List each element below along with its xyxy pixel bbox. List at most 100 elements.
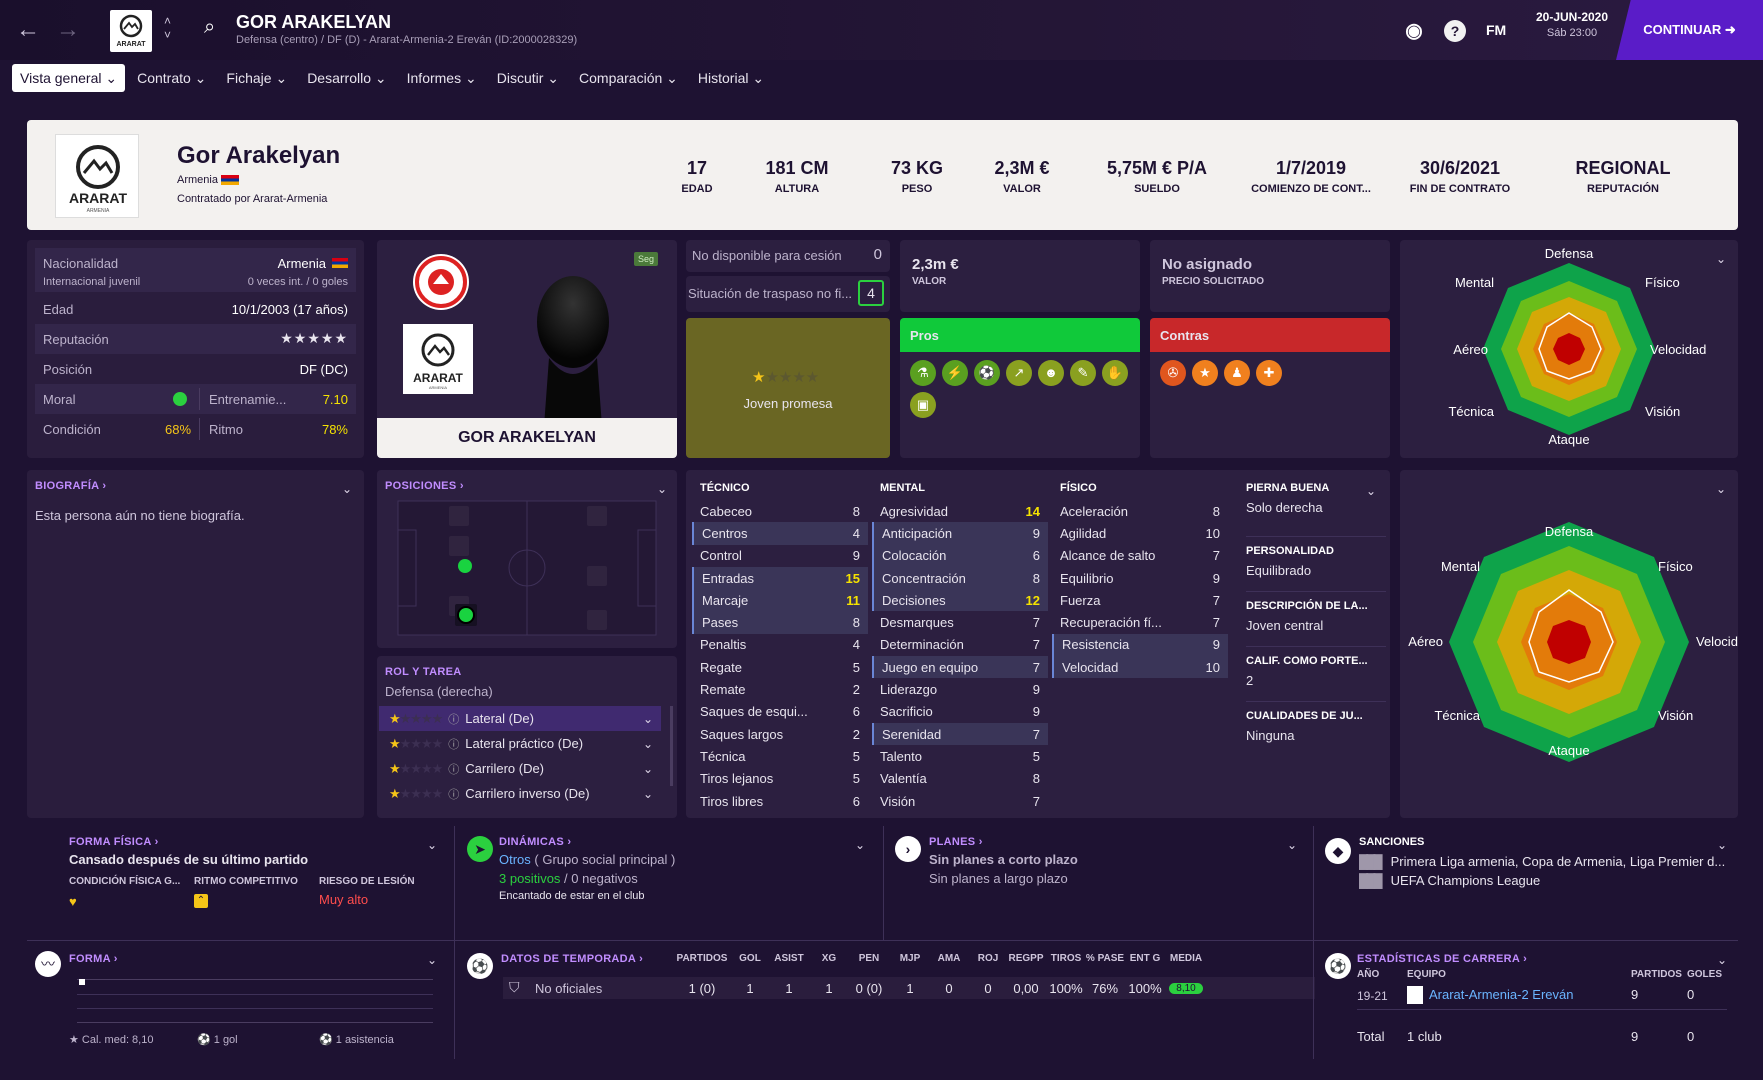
attribute-row[interactable]: Centros 4 — [692, 522, 868, 545]
help-icon[interactable]: ? — [1444, 20, 1466, 42]
attribute-row[interactable]: Valentía 8 — [872, 768, 1048, 790]
career-link[interactable]: ESTADÍSTICAS DE CARRERA › — [1357, 953, 1527, 965]
attribute-row[interactable]: Marcaje 11 — [692, 589, 868, 612]
role-item[interactable]: ★★★★★ ⓘ Carrilero (De) ⌄ — [379, 756, 661, 781]
attribute-row[interactable]: Tiros libres 6 — [692, 790, 868, 812]
attribute-value: 4 — [852, 637, 860, 653]
biography-link[interactable]: BIOGRAFÍA › — [35, 480, 106, 492]
flask-icon[interactable]: ⚗ — [910, 360, 936, 386]
career-team-link[interactable]: Ararat-Armenia-2 Ereván — [1429, 987, 1574, 1002]
foot-icon[interactable]: ♟ — [1224, 360, 1250, 386]
attribute-row[interactable]: Visión 7 — [872, 790, 1048, 812]
attribute-row[interactable]: Pases 8 — [692, 611, 868, 634]
attribute-row[interactable]: Decisiones 12 — [872, 589, 1048, 612]
chevron-down-icon[interactable]: ⌄ — [1717, 953, 1727, 967]
forward-arrow-icon[interactable]: → — [56, 16, 80, 44]
attribute-row[interactable]: Aceleración 8 — [1052, 500, 1228, 522]
chevron-down-icon[interactable]: ⌄ — [657, 482, 667, 496]
attribute-row[interactable]: Control 9 — [692, 545, 868, 567]
fitness-link[interactable]: FORMA FÍSICA › — [69, 836, 469, 848]
head-icon[interactable]: ☻ — [1038, 360, 1064, 386]
attribute-row[interactable]: Resistencia 9 — [1052, 633, 1228, 657]
role-item[interactable]: ★★★★★ ⓘ Carrilero inverso (De) ⌄ — [379, 781, 661, 806]
attribute-row[interactable]: Agresividad 14 — [872, 500, 1048, 522]
attribute-row[interactable]: Regate 5 — [692, 656, 868, 678]
chevron-down-icon[interactable]: ⌄ — [342, 482, 352, 496]
club-logo-photo[interactable]: ARARAT ARMENIA — [403, 324, 473, 394]
menu-contrato[interactable]: Contrato ⌄ — [129, 64, 214, 92]
attribute-row[interactable]: Entradas 15 — [692, 566, 868, 590]
pencil-icon[interactable]: ✎ — [1070, 360, 1096, 386]
attribute-row[interactable]: Equilibrio 9 — [1052, 567, 1228, 589]
club-logo[interactable]: ARARAT — [110, 10, 152, 52]
prospect-card[interactable]: ★★★★★ Joven promesa — [686, 318, 890, 458]
chevron-down-icon[interactable]: ⌄ — [1717, 838, 1727, 852]
menu-historial[interactable]: Historial ⌄ — [690, 64, 772, 92]
attribute-row[interactable]: Serenidad 7 — [872, 722, 1048, 746]
attribute-row[interactable]: Saques largos 2 — [692, 723, 868, 745]
attribute-name: Regate — [700, 659, 742, 675]
menu-informes[interactable]: Informes ⌄ — [399, 64, 485, 92]
contracted-by[interactable]: Contratado por Ararat-Armenia — [177, 193, 327, 205]
attribute-row[interactable]: Alcance de salto 7 — [1052, 545, 1228, 567]
attribute-row[interactable]: Cabeceo 8 — [692, 500, 868, 522]
globe-icon[interactable]: ◉ — [1403, 20, 1425, 42]
attribute-row[interactable]: Talento 5 — [872, 745, 1048, 767]
menu-fichaje[interactable]: Fichaje ⌄ — [218, 64, 295, 92]
federation-logo[interactable] — [413, 254, 469, 310]
season-col-header[interactable]: MEDIA — [1156, 953, 1216, 964]
attribute-row[interactable]: Liderazgo 9 — [872, 678, 1048, 700]
continue-button[interactable]: CONTINUAR ➜ — [1616, 0, 1763, 60]
attribute-row[interactable]: Penaltis 4 — [692, 634, 868, 656]
attribute-row[interactable]: Juego en equipo 7 — [872, 656, 1048, 679]
status-badge[interactable]: Seg — [634, 252, 659, 266]
menu-vista-general[interactable]: Vista general ⌄ — [12, 64, 126, 92]
star-icon[interactable]: ★ — [1192, 360, 1218, 386]
positions-link[interactable]: POSICIONES › — [385, 480, 464, 492]
chevron-down-icon[interactable]: ⌄ — [1287, 838, 1297, 852]
loan-status-row[interactable]: No disponible para cesión 0 — [686, 240, 890, 272]
date-display[interactable]: 20-JUN-2020 Sáb 23:00 — [1528, 10, 1616, 50]
fm-button[interactable]: FM — [1486, 22, 1506, 38]
trend-icon[interactable]: ↗ — [1006, 360, 1032, 386]
bandage-icon[interactable]: ✚ — [1256, 360, 1282, 386]
menu-desarrollo[interactable]: Desarrollo ⌄ — [299, 64, 394, 92]
chevron-down-icon[interactable]: ⌄ — [1366, 484, 1376, 498]
role-item[interactable]: ★★★★★ ⓘ Lateral (De) ⌄ — [379, 706, 661, 731]
money-icon[interactable]: ▣ — [910, 392, 936, 418]
plans-link[interactable]: PLANES › — [929, 836, 1309, 848]
attribute-row[interactable]: Colocación 6 — [872, 544, 1048, 567]
pitch-diagram[interactable] — [397, 500, 657, 636]
attribute-row[interactable]: Remate 2 — [692, 678, 868, 700]
chevron-down-icon[interactable]: ⌄ — [427, 953, 437, 967]
attribute-row[interactable]: Velocidad 10 — [1052, 656, 1228, 679]
transfer-status-row[interactable]: Situación de traspaso no fi... 4 — [686, 276, 890, 312]
dynamics-link[interactable]: DINÁMICAS › — [499, 836, 879, 848]
attribute-row[interactable]: Sacrificio 9 — [872, 701, 1048, 723]
attribute-row[interactable]: Recuperación fí... 7 — [1052, 611, 1228, 633]
chevron-down-icon[interactable]: ⌄ — [427, 838, 437, 852]
attribute-row[interactable]: Anticipación 9 — [872, 522, 1048, 545]
season-link[interactable]: DATOS DE TEMPORADA › — [501, 953, 643, 965]
wrench-icon[interactable]: ✇ — [1160, 360, 1186, 386]
attribute-row[interactable]: Agilidad 10 — [1052, 522, 1228, 544]
attribute-row[interactable]: Determinación 7 — [872, 634, 1048, 656]
search-icon[interactable]: ⌕ — [204, 16, 215, 39]
attribute-row[interactable]: Técnica 5 — [692, 745, 868, 767]
ball-icon[interactable]: ⚽ — [974, 360, 1000, 386]
attribute-row[interactable]: Concentración 8 — [872, 566, 1048, 590]
attribute-row[interactable]: Desmarques 7 — [872, 611, 1048, 633]
role-item[interactable]: ★★★★★ ⓘ Lateral práctico (De) ⌄ — [379, 731, 661, 756]
menu-discutir[interactable]: Discutir ⌄ — [489, 64, 567, 92]
attribute-row[interactable]: Saques de esqui... 6 — [692, 701, 868, 723]
attribute-row[interactable]: Fuerza 7 — [1052, 589, 1228, 611]
chevron-down-icon[interactable]: ⌄ — [855, 838, 865, 852]
form-link[interactable]: FORMA › — [69, 953, 118, 965]
menu-comparacion[interactable]: Comparación ⌄ — [571, 64, 686, 92]
club-logo-large[interactable]: ARARAT ARMENIA — [55, 134, 139, 218]
attribute-row[interactable]: Tiros lejanos 5 — [692, 768, 868, 790]
updown-icon[interactable]: ˄ ˅ — [164, 14, 171, 42]
handshake-icon[interactable]: ✋ — [1102, 360, 1128, 386]
boot-icon[interactable]: ⚡ — [942, 360, 968, 386]
back-arrow-icon[interactable]: ← — [16, 16, 40, 44]
